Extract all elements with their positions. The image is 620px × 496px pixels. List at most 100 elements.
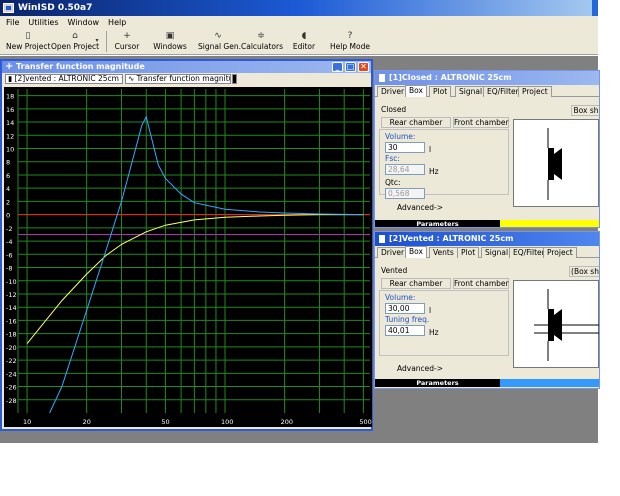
toolbar: ▯ New Project ⌂ Open Project ▾ + Cursor …: [0, 29, 598, 55]
closed-window-titlebar[interactable]: [1]Closed : ALTRONIC 25cm: [375, 71, 599, 85]
volume-input[interactable]: 30: [385, 142, 425, 153]
tuning-freq-unit: Hz: [429, 328, 439, 337]
y-tick-label: 0: [6, 212, 10, 220]
close-button[interactable]: ✕: [358, 62, 369, 72]
app-icon: [3, 3, 14, 13]
window-button-edge[interactable]: [592, 0, 598, 16]
tab-project[interactable]: Project: [518, 86, 552, 97]
box-type-label: Closed: [381, 105, 407, 114]
front-chamber-tab[interactable]: Front chamber: [453, 117, 509, 128]
y-tick-label: -20: [6, 344, 17, 352]
graph-select-dropdown[interactable]: [232, 74, 237, 84]
new-project-icon: ▯: [25, 31, 31, 41]
new-project-button[interactable]: ▯ New Project: [6, 30, 50, 54]
menu-bar: File Utilities Window Help: [0, 16, 598, 29]
closed-parameters-bar[interactable]: Parameters: [375, 220, 599, 227]
rear-chamber-tab[interactable]: Rear chamber: [381, 117, 451, 128]
graph-icon: ∿: [128, 74, 137, 83]
transfer-window-titlebar[interactable]: + Transfer function magnitude _ □ ✕: [2, 61, 371, 73]
tab-box[interactable]: Box: [405, 85, 427, 97]
help-mode-button[interactable]: ? Help Mode: [330, 30, 370, 54]
y-tick-label: -4: [6, 238, 12, 246]
chevron-down-icon: ▾: [95, 37, 99, 44]
windows-button[interactable]: ▣ Windows: [152, 30, 188, 54]
menu-window[interactable]: Window: [65, 16, 103, 29]
windows-icon: ▣: [165, 31, 175, 41]
vented-tabs: Driver Box Vents Plot Signal EQ/Filter P…: [375, 246, 599, 258]
signal-gen-icon: ∿: [214, 31, 222, 41]
x-tick-label: 500: [359, 418, 371, 426]
y-tick-label: -22: [6, 357, 17, 365]
box-shape-button[interactable]: Box sh: [571, 105, 599, 116]
y-tick-label: -8: [6, 265, 12, 273]
transfer-toolbar: ▮ [2]vented : ALTRONIC 25cm ▾ ∿ Transfer…: [2, 73, 371, 85]
closed-box-pane: Closed Box sh Rear chamber Front chamber…: [375, 97, 599, 227]
y-tick-label: -18: [6, 331, 17, 339]
minimize-button[interactable]: _: [332, 62, 343, 72]
chevron-down-icon: ▾: [119, 75, 122, 83]
y-tick-label: 18: [6, 93, 14, 101]
volume-label: Volume:: [385, 132, 416, 141]
speaker-diagram: [547, 128, 562, 200]
menu-utilities[interactable]: Utilities: [25, 16, 61, 29]
vented-project-window: [2]Vented : ALTRONIC 25cm Driver Box Ven…: [374, 231, 600, 389]
volume-input[interactable]: 30,00: [385, 303, 425, 314]
help-icon: ?: [347, 31, 353, 41]
y-tick-label: 4: [6, 185, 10, 193]
vented-box-pane: Vented (Box sh Rear chamber Front chambe…: [375, 258, 599, 388]
tab-signal[interactable]: Signal: [481, 247, 513, 258]
vented-window-titlebar[interactable]: [2]Vented : ALTRONIC 25cm: [375, 232, 599, 246]
y-tick-label: 14: [6, 119, 14, 127]
y-tick-label: -26: [6, 384, 17, 392]
calculators-icon: ≑: [257, 31, 265, 41]
menu-help[interactable]: Help: [105, 16, 129, 29]
closed-box-diagram: [513, 119, 599, 207]
advanced-button[interactable]: Advanced->: [397, 203, 443, 212]
pin-icon: [379, 74, 385, 82]
fsc-unit: Hz: [429, 167, 439, 176]
transfer-chart: 181614121086420-2-4-6-8-10-12-14-16-18-2…: [6, 89, 372, 426]
rear-chamber-tab[interactable]: Rear chamber: [381, 278, 451, 289]
series-line-1: [26, 214, 364, 344]
y-tick-label: -16: [6, 317, 17, 325]
volume-label: Volume:: [385, 293, 416, 302]
tab-eq-filter[interactable]: EQ/Filter: [483, 86, 523, 97]
y-tick-label: -2: [6, 225, 12, 233]
maximize-button[interactable]: □: [345, 62, 356, 72]
vented-parameters-bar[interactable]: Parameters: [375, 379, 599, 387]
advanced-button[interactable]: Advanced->: [397, 364, 443, 373]
tab-project[interactable]: Project: [543, 247, 577, 258]
tab-signal[interactable]: Signal: [455, 86, 487, 97]
tab-driver[interactable]: Driver: [377, 247, 409, 258]
pin-icon: [379, 235, 385, 243]
signal-gen-button[interactable]: ∿ Signal Gen.: [198, 30, 241, 54]
y-tick-label: -10: [6, 278, 17, 286]
y-tick-label: -6: [6, 251, 12, 259]
box-shape-button[interactable]: (Box sh: [569, 266, 599, 277]
y-tick-label: -12: [6, 291, 17, 299]
y-tick-label: 10: [6, 146, 14, 154]
tuning-freq-input[interactable]: 40,01: [385, 325, 425, 336]
calculators-button[interactable]: ≑ Calculators: [241, 30, 283, 54]
qtc-label: Qtc:: [385, 178, 401, 187]
editor-button[interactable]: ◖ Editor: [290, 30, 318, 54]
tab-vents[interactable]: Vents: [429, 247, 458, 258]
menu-file[interactable]: File: [3, 16, 22, 29]
toolbar-separator: [106, 31, 107, 52]
qtc-value: 0,568: [385, 188, 425, 199]
front-chamber-tab[interactable]: Front chamber: [453, 278, 509, 289]
project-select[interactable]: ▮ [2]vented : ALTRONIC 25cm ▾: [5, 74, 123, 84]
graph-select[interactable]: ∿ Transfer function magnitude: [125, 74, 231, 84]
vented-color-swatch: [500, 379, 599, 387]
speaker-diagram: [534, 289, 599, 361]
tab-box[interactable]: Box: [405, 246, 427, 258]
volume-unit: l: [429, 306, 432, 315]
y-tick-label: 16: [6, 106, 14, 114]
tab-plot[interactable]: Plot: [429, 86, 452, 97]
cursor-button[interactable]: + Cursor: [112, 30, 142, 54]
y-tick-label: 8: [6, 159, 10, 167]
x-tick-label: 100: [221, 418, 233, 426]
tab-driver[interactable]: Driver: [377, 86, 409, 97]
tab-plot[interactable]: Plot: [457, 247, 480, 258]
transfer-plot[interactable]: 18 16 14 12 10 8 6 4 2 0 -2 -4 -6 -8 -10 -12 -14 -16 -18 -2…: [4, 87, 372, 427]
